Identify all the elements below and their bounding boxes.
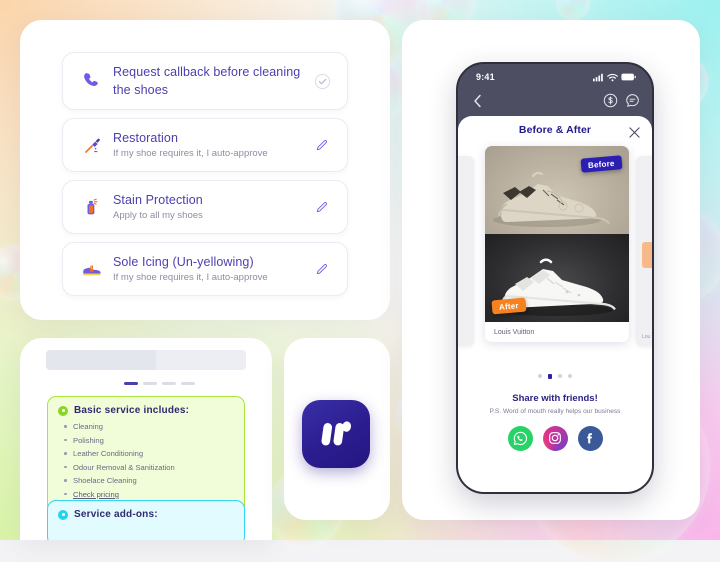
- service-details-panel: Basic service includes: Cleaning Polishi…: [20, 338, 272, 540]
- dot-bullet-icon: [58, 509, 68, 520]
- wifi-icon: [607, 73, 618, 81]
- list-item: Odour Removal & Sanitization: [62, 463, 234, 472]
- basic-service-card: Basic service includes: Cleaning Polishi…: [47, 396, 245, 514]
- instagram-icon[interactable]: [542, 425, 568, 451]
- check-pricing-link[interactable]: Check pricing: [62, 490, 234, 499]
- before-after-sheet: Before & After Lou Before After Louis Vu…: [458, 116, 652, 492]
- pagination-dot-active[interactable]: [547, 374, 553, 379]
- sneaker-emoji: [75, 259, 109, 279]
- sheet-title: Before & After: [518, 124, 592, 136]
- preference-row-sole-icing[interactable]: Sole Icing (Un-yellowing) If my shoe req…: [62, 242, 348, 296]
- after-photo: After: [485, 234, 629, 322]
- close-icon[interactable]: [629, 125, 640, 143]
- list-item: Polishing: [62, 436, 234, 445]
- cellular-signal-icon: [593, 73, 603, 81]
- preference-row-callback[interactable]: Request callback before cleaning the sho…: [62, 52, 348, 110]
- back-chevron-icon[interactable]: [472, 94, 484, 113]
- service-addons-title: Service add-ons:: [74, 509, 158, 520]
- preference-subtitle: If my shoe requires it, I auto-approve: [113, 272, 268, 284]
- preference-text: Stain Protection Apply to all my shoes: [109, 193, 309, 222]
- preference-row-stain-protection[interactable]: Stain Protection Apply to all my shoes: [62, 180, 348, 234]
- preference-text: Request callback before cleaning the sho…: [109, 63, 309, 99]
- pagination-dot[interactable]: [558, 374, 563, 378]
- service-addons-card: Service add-ons:: [47, 500, 245, 540]
- preference-title: Sole Icing (Un-yellowing): [113, 254, 254, 269]
- step-dash[interactable]: [162, 382, 176, 385]
- carousel-card-next[interactable]: Lou: [636, 156, 652, 346]
- social-buttons: [458, 425, 652, 451]
- preference-text: Restoration If my shoe requires it, I au…: [109, 131, 309, 160]
- check-bullet-icon: [58, 405, 68, 416]
- status-bar-icons: [593, 73, 636, 82]
- share-section: Share with friends! P.S. Word of mouth r…: [458, 393, 652, 451]
- basic-service-header: Basic service includes:: [58, 405, 234, 416]
- pencil-edit-icon[interactable]: [309, 138, 335, 152]
- paintbrush-emoji: [75, 135, 109, 155]
- pencil-edit-icon[interactable]: [309, 262, 335, 276]
- brand-label: Louis Vuitton: [485, 322, 629, 342]
- check-circle-icon[interactable]: [309, 73, 335, 90]
- preference-text: Sole Icing (Un-yellowing) If my shoe req…: [109, 255, 309, 284]
- telephone-emoji: [75, 71, 109, 91]
- spray-bottle-emoji: [75, 197, 109, 217]
- pagination-dot[interactable]: [537, 374, 542, 378]
- dollar-circle-icon[interactable]: [603, 93, 618, 113]
- brand-logo: [302, 400, 370, 468]
- basic-service-items: Cleaning Polishing Leather Conditioning …: [62, 422, 234, 499]
- carousel-card-label: Lou: [642, 334, 651, 340]
- preferences-list: Request callback before cleaning the sho…: [62, 52, 348, 304]
- battery-icon: [621, 73, 636, 81]
- step-dash[interactable]: [143, 382, 157, 385]
- placeholder-bar: [46, 350, 246, 370]
- after-badge: After: [491, 297, 527, 315]
- preference-row-restoration[interactable]: Restoration If my shoe requires it, I au…: [62, 118, 348, 172]
- preference-title: Request callback before cleaning the sho…: [113, 65, 301, 97]
- list-item: Leather Conditioning: [62, 449, 234, 458]
- preference-title: Stain Protection: [113, 192, 203, 207]
- preferences-panel: Request callback before cleaning the sho…: [20, 20, 390, 320]
- carousel-pagination: [458, 374, 652, 379]
- preference-subtitle: If my shoe requires it, I auto-approve: [113, 148, 268, 160]
- carousel-thumb: [642, 242, 652, 268]
- step-indicator: [124, 382, 195, 385]
- chat-bubble-icon[interactable]: [625, 93, 640, 113]
- phone-status-bar: 9:41: [458, 64, 652, 90]
- service-addons-header: Service add-ons:: [58, 509, 234, 520]
- sheet-header: Before & After: [458, 116, 652, 144]
- step-dash[interactable]: [181, 382, 195, 385]
- phone-nav-bar: [458, 90, 652, 116]
- phone-mockup: 9:41 Before & After Lou Before After Lou…: [456, 62, 654, 494]
- step-dash[interactable]: [124, 382, 138, 385]
- list-item: Cleaning: [62, 422, 234, 431]
- share-title: Share with friends!: [512, 392, 598, 404]
- carousel-card-previous[interactable]: [458, 156, 474, 346]
- list-item: Shoelace Cleaning: [62, 476, 234, 485]
- before-photo: Before: [485, 146, 629, 234]
- before-after-carousel[interactable]: Lou Before After Louis Vuitton: [458, 146, 652, 364]
- pagination-dot[interactable]: [568, 374, 573, 378]
- nav-actions: [603, 93, 640, 113]
- share-subtitle: P.S. Word of mouth really helps our busi…: [489, 407, 621, 415]
- basic-service-title: Basic service includes:: [74, 405, 190, 416]
- preference-subtitle: Apply to all my shoes: [113, 210, 203, 222]
- before-after-card[interactable]: Before After Louis Vuitton: [485, 146, 629, 342]
- pencil-edit-icon[interactable]: [309, 200, 335, 214]
- preference-title: Restoration: [113, 130, 179, 145]
- facebook-icon[interactable]: [577, 425, 603, 451]
- status-bar-clock: 9:41: [476, 72, 495, 82]
- whatsapp-icon[interactable]: [507, 425, 533, 451]
